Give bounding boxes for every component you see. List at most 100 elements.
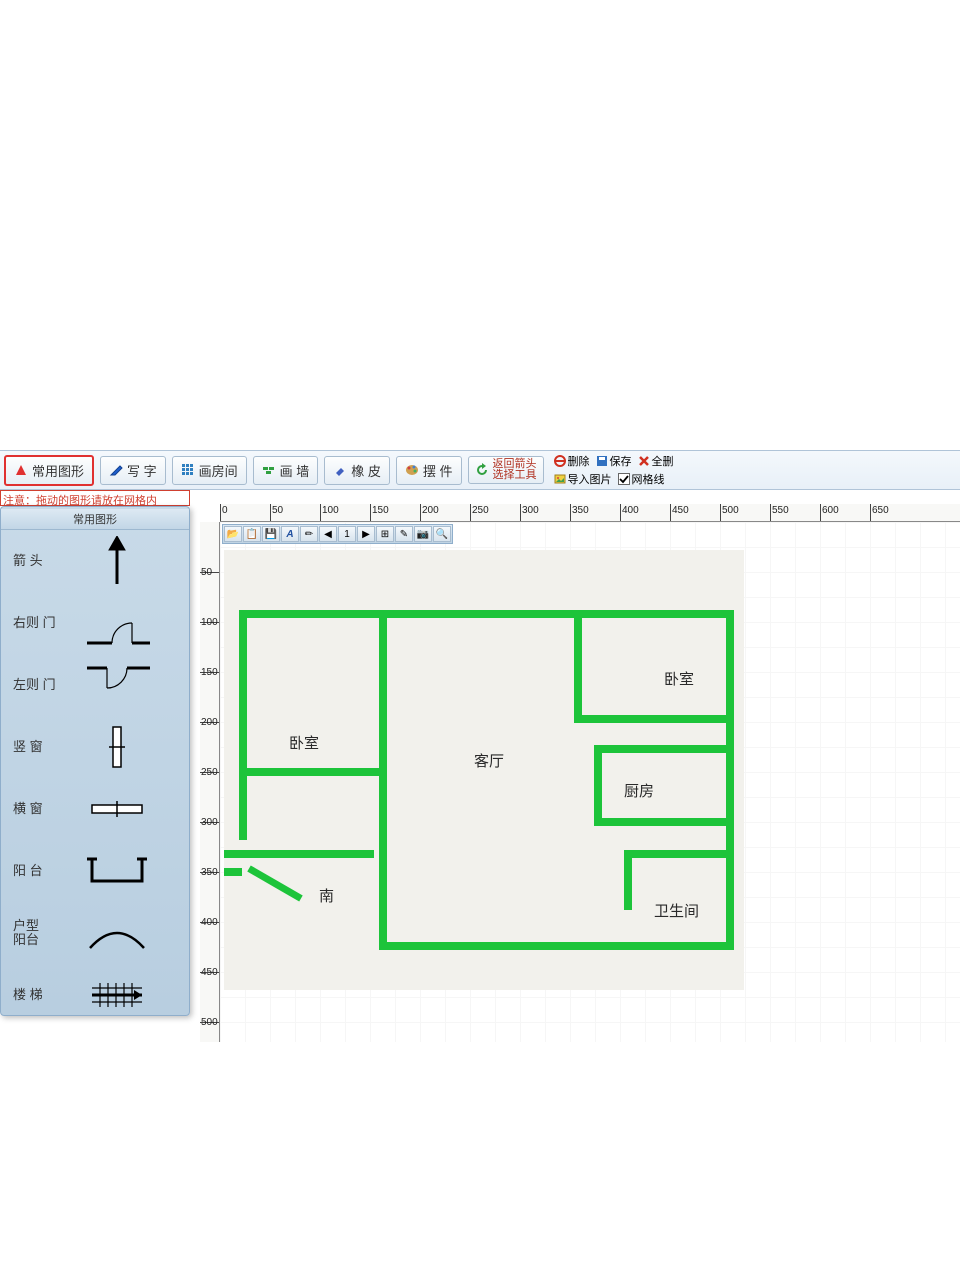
mini-tool-4[interactable]: A — [281, 526, 299, 542]
common-shapes-button[interactable]: 常用图形 — [4, 455, 94, 486]
wall-segment — [239, 610, 247, 840]
palette-item-stairs[interactable]: 楼 梯 — [1, 964, 189, 1026]
vertical-ruler: 50100150200250300350400450500 — [200, 522, 220, 1042]
save-button[interactable]: 保存 — [596, 453, 632, 469]
furniture-label: 摆 件 — [423, 461, 453, 480]
wall-segment — [224, 868, 242, 876]
palette-item-door-right[interactable]: 右则 门 — [1, 592, 189, 654]
draw-wall-button[interactable]: 画 墙 — [253, 456, 319, 485]
palette-item-label: 户型 阳台 — [13, 919, 63, 948]
save-icon — [596, 455, 608, 467]
wall-segment — [726, 610, 734, 950]
mini-tool-6[interactable]: ◀ — [319, 526, 337, 542]
palette-item-vwindow[interactable]: 竖 窗 — [1, 716, 189, 778]
draw-room-label: 画房间 — [199, 461, 238, 480]
wall-segment — [379, 942, 734, 950]
mini-tool-8[interactable]: ▶ — [357, 526, 375, 542]
room-label-bedroom2: 卧室 — [664, 668, 694, 689]
checkbox-icon — [618, 473, 630, 485]
room-label-living: 客厅 — [474, 750, 504, 771]
palette-item-label: 楼 梯 — [13, 988, 63, 1002]
floor-plan: 卧室 卧室 客厅 厨房 卫生间 南 — [224, 550, 744, 990]
door-right-icon — [77, 598, 157, 648]
canvas-area: 050100150200250300350400450500550600650 … — [200, 490, 960, 1050]
arrow-icon — [77, 536, 157, 586]
common-shapes-label: 常用图形 — [32, 461, 84, 480]
wall-segment — [247, 865, 302, 901]
wall-segment — [379, 775, 387, 950]
room-label-kitchen: 厨房 — [624, 780, 654, 801]
palette-item-door-left[interactable]: 左则 门 — [1, 654, 189, 716]
wall-segment — [594, 745, 602, 825]
wall-segment — [239, 768, 384, 776]
mini-tool-11[interactable]: 📷 — [414, 526, 432, 542]
wall-segment — [574, 715, 732, 723]
mini-tool-12[interactable]: 🔍 — [433, 526, 451, 542]
palette-item-arrow[interactable]: 箭 头 — [1, 530, 189, 592]
grid-lines-checkbox[interactable]: 网格线 — [618, 471, 665, 487]
save-label: 保存 — [610, 453, 632, 469]
palette-item-label: 箭 头 — [13, 554, 63, 568]
mini-tool-9[interactable]: ⊞ — [376, 526, 394, 542]
pencil-icon — [109, 463, 123, 477]
palette-item-hwindow[interactable]: 横 窗 — [1, 778, 189, 840]
wall-segment — [594, 818, 732, 826]
mini-tool-5[interactable]: ✏ — [300, 526, 318, 542]
draw-room-button[interactable]: 画房间 — [172, 456, 247, 485]
delete-button[interactable]: 删除 — [554, 453, 590, 469]
write-text-button[interactable]: 写 字 — [100, 456, 166, 485]
eraser-icon — [333, 463, 347, 477]
x-icon — [638, 455, 650, 467]
furniture-button[interactable]: 摆 件 — [396, 456, 462, 485]
balcony-icon — [77, 846, 157, 896]
delete-all-label: 全删 — [652, 453, 674, 469]
arc-balcony-icon — [77, 908, 157, 958]
mini-tool-1[interactable]: 📂 — [224, 526, 242, 542]
delete-all-button[interactable]: 全删 — [638, 453, 674, 469]
draw-wall-label: 画 墙 — [280, 461, 310, 480]
wall-segment — [379, 610, 387, 775]
palette-item-label: 竖 窗 — [13, 740, 63, 754]
mini-tool-7[interactable]: 1 — [338, 526, 356, 542]
wall-segment — [239, 610, 734, 618]
main-toolbar: 常用图形 写 字 画房间 画 墙 橡 皮 摆 件 返回箭头 选择工具 — [0, 450, 960, 490]
return-arrow-label2: 选择工具 — [493, 470, 537, 481]
grid-icon — [181, 463, 195, 477]
mini-tool-2[interactable]: 📋 — [243, 526, 261, 542]
stairs-icon — [77, 970, 157, 1020]
wall-segment — [574, 610, 582, 720]
palette-item-arc-balcony[interactable]: 户型 阳台 — [1, 902, 189, 964]
import-image-button[interactable]: 导入图片 — [554, 471, 612, 487]
wall-segment — [224, 850, 374, 858]
palette-item-label: 阳 台 — [13, 864, 63, 878]
return-arrow-button[interactable]: 返回箭头 选择工具 — [468, 456, 544, 484]
vwindow-icon — [77, 722, 157, 772]
mini-tool-10[interactable]: ✎ — [395, 526, 413, 542]
eraser-button[interactable]: 橡 皮 — [324, 456, 390, 485]
import-image-label: 导入图片 — [568, 471, 612, 487]
wall-segment — [624, 850, 732, 858]
workspace: 注意：拖动的图形请放在网格内 常用图形 箭 头 右则 门 左则 门 竖 窗 横 … — [0, 490, 960, 1280]
hwindow-icon — [77, 784, 157, 834]
palette-item-label: 横 窗 — [13, 802, 63, 816]
grid-lines-label: 网格线 — [632, 471, 665, 487]
wall-segment — [624, 850, 632, 910]
door-left-icon — [77, 660, 157, 710]
delete-label: 删除 — [568, 453, 590, 469]
room-label-bathroom: 卫生间 — [654, 900, 699, 921]
forbidden-icon — [554, 455, 566, 467]
canvas-mini-toolbar: 📂 📋 💾 A ✏ ◀ 1 ▶ ⊞ ✎ 📷 🔍 — [222, 524, 453, 544]
palette-icon — [405, 463, 419, 477]
palette-item-label: 左则 门 — [13, 678, 63, 692]
image-icon — [554, 473, 566, 485]
eraser-label: 橡 皮 — [351, 461, 381, 480]
drag-notice: 注意：拖动的图形请放在网格内 — [0, 490, 190, 506]
write-text-label: 写 字 — [127, 461, 157, 480]
mini-tool-3[interactable]: 💾 — [262, 526, 280, 542]
horizontal-ruler: 050100150200250300350400450500550600650 — [220, 504, 960, 522]
palette-item-balcony[interactable]: 阳 台 — [1, 840, 189, 902]
shapes-icon — [14, 463, 28, 477]
room-label-south: 南 — [319, 885, 334, 906]
drawing-canvas[interactable]: 📂 📋 💾 A ✏ ◀ 1 ▶ ⊞ ✎ 📷 🔍 — [220, 522, 960, 1042]
palette-title: 常用图形 — [1, 509, 189, 530]
